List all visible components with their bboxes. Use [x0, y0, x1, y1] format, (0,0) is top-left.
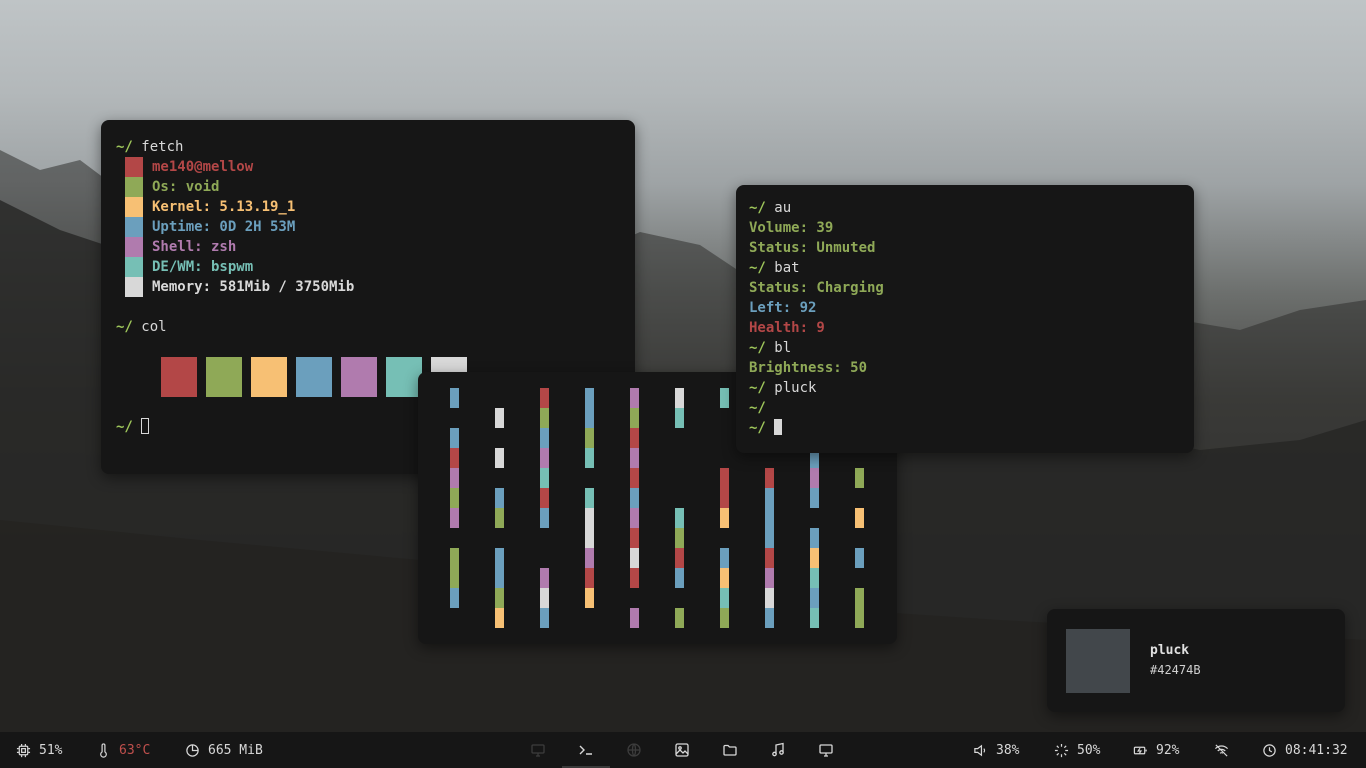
- status-bar: 51% 63°C 665 MiB 38% 50% 92% 08:41:32: [0, 732, 1366, 768]
- speaker-icon: [974, 744, 986, 756]
- swatch-magenta: [125, 237, 143, 257]
- prompt: ~/: [749, 420, 766, 436]
- prompt: ~/: [749, 260, 766, 276]
- fetch-wm: DE/WM: bspwm: [152, 259, 254, 275]
- desktop-icon: [531, 744, 545, 757]
- text-cursor: [141, 418, 150, 434]
- pie-chart-icon: [186, 743, 199, 757]
- volume-output: Volume: 39: [749, 220, 834, 236]
- battery-value: 92%: [1156, 742, 1180, 758]
- swatch-blue: [125, 217, 143, 237]
- volume-value: 38%: [996, 742, 1020, 758]
- brightness-icon: [1054, 743, 1069, 757]
- prompt-line: ~/ au: [749, 198, 791, 218]
- prompt: ~/: [116, 319, 133, 335]
- workspace-3[interactable]: [610, 732, 658, 768]
- prompt-line: ~/ bl: [749, 338, 791, 358]
- pluck-notification[interactable]: pluck #42474B: [1047, 609, 1345, 712]
- clock-value: 08:41:32: [1285, 742, 1348, 758]
- text-cursor: [774, 419, 783, 435]
- command: bl: [774, 340, 792, 356]
- command: fetch: [141, 139, 184, 155]
- network-module[interactable]: [1214, 732, 1229, 768]
- swatch-yellow: [125, 197, 143, 217]
- workspace-4[interactable]: [658, 732, 706, 768]
- color-block-green: [206, 357, 242, 397]
- swatch-green: [125, 177, 143, 197]
- temperature-value: 63°C: [119, 742, 151, 758]
- prompt: ~/: [749, 340, 766, 356]
- music-icon: [772, 742, 784, 757]
- monitor-icon: [819, 744, 833, 757]
- color-block-yellow: [251, 357, 287, 397]
- prompt: ~/: [116, 419, 133, 435]
- command: au: [774, 200, 792, 216]
- terminal-icon: [579, 745, 592, 755]
- color-block-cyan: [386, 357, 422, 397]
- mute-output: Status: Unmuted: [749, 240, 876, 256]
- volume-module[interactable]: 38%: [973, 732, 1019, 768]
- battery-charging-icon: [1133, 746, 1147, 754]
- brightness-output: Brightness: 50: [749, 360, 868, 376]
- prompt-line: ~/: [749, 398, 766, 418]
- color-block-magenta: [341, 357, 377, 397]
- notification-hex: #42474B: [1150, 663, 1201, 677]
- brightness-value: 50%: [1077, 742, 1101, 758]
- workspace-7[interactable]: [802, 732, 850, 768]
- cpu-module[interactable]: 51%: [16, 732, 62, 768]
- cpu-value: 51%: [39, 742, 63, 758]
- fetch-memory: Memory: 581Mib / 3750Mib: [152, 279, 355, 295]
- workspace-1[interactable]: [514, 732, 562, 768]
- fetch-shell: Shell: zsh: [152, 239, 237, 255]
- folder-icon: [723, 744, 737, 756]
- fetch-os: Os: void: [152, 179, 220, 195]
- temperature-module[interactable]: 63°C: [96, 732, 150, 768]
- workspace-5[interactable]: [706, 732, 754, 768]
- fetch-user: me140@mellow: [152, 159, 254, 175]
- color-block-blue: [296, 357, 332, 397]
- swatch-white: [125, 277, 143, 297]
- workspace-2[interactable]: [562, 732, 610, 768]
- globe-icon: [627, 743, 641, 757]
- memory-value: 665 MiB: [208, 742, 263, 758]
- prompt: ~/: [749, 400, 766, 416]
- battery-status-output: Status: Charging: [749, 280, 884, 296]
- memory-module[interactable]: 665 MiB: [185, 732, 263, 768]
- prompt: ~/: [116, 139, 133, 155]
- thermometer-icon: [100, 742, 107, 758]
- fetch-kernel: Kernel: 5.13.19_1: [152, 199, 296, 215]
- prompt-line: ~/: [116, 417, 150, 437]
- color-block-red: [161, 357, 197, 397]
- notification-title: pluck: [1150, 643, 1190, 658]
- terminal-status[interactable]: ~/ au Volume: 39 Status: Unmuted ~/ bat …: [736, 185, 1194, 453]
- command: col: [141, 319, 167, 335]
- swatch-red: [125, 157, 143, 177]
- clock-module[interactable]: 08:41:32: [1262, 732, 1348, 768]
- prompt: ~/: [749, 380, 766, 396]
- command: bat: [774, 260, 800, 276]
- clock-icon: [1263, 743, 1276, 757]
- workspace-6[interactable]: [754, 732, 802, 768]
- fetch-uptime: Uptime: 0D 2H 53M: [152, 219, 296, 235]
- battery-module[interactable]: 92%: [1133, 732, 1179, 768]
- prompt-line: ~/ col: [116, 317, 167, 337]
- wifi-off-icon: [1214, 743, 1229, 757]
- command: pluck: [774, 380, 817, 396]
- cpu-icon: [16, 743, 31, 757]
- swatch-cyan: [125, 257, 143, 277]
- image-icon: [675, 743, 689, 757]
- color-preview-swatch: [1066, 629, 1130, 693]
- prompt-line: ~/ bat: [749, 258, 800, 278]
- battery-health-output: Health: 9: [749, 320, 825, 336]
- prompt-line: ~/ pluck: [749, 378, 816, 398]
- brightness-module[interactable]: 50%: [1054, 732, 1100, 768]
- prompt-line: ~/ fetch: [116, 137, 183, 157]
- prompt-line: ~/: [749, 418, 783, 438]
- prompt: ~/: [749, 200, 766, 216]
- battery-left-output: Left: 92: [749, 300, 817, 316]
